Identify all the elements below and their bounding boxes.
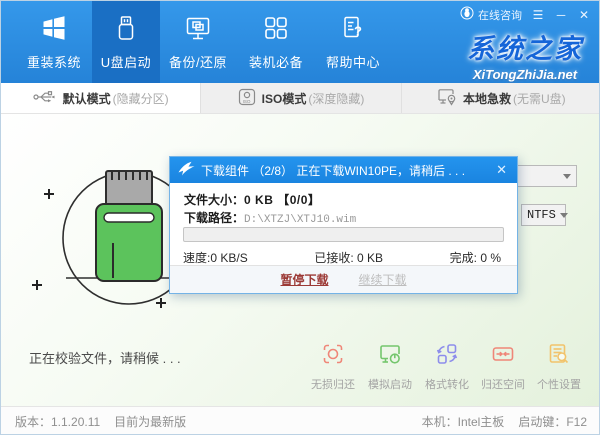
- app-window: 重装系统 U盘启动 备份/还原: [0, 0, 600, 435]
- quick-actions: 无损归还 模拟启动: [1, 342, 600, 394]
- format-convert-icon: [435, 342, 459, 371]
- brand-title: 系统之家: [467, 27, 583, 66]
- windows-logo-icon: [40, 14, 68, 47]
- nav-help-center[interactable]: ? 帮助中心: [314, 1, 392, 83]
- speed-stat: 速度:0 KB/S: [183, 249, 248, 266]
- received-stat: 已接收: 0 KB: [314, 249, 383, 266]
- version-status: 目前为最新版: [114, 413, 186, 430]
- dialog-close-icon[interactable]: ✕: [494, 162, 509, 178]
- online-support[interactable]: 在线咨询: [460, 6, 522, 23]
- tab-iso-mode[interactable]: ISO ISO模式(深度隐藏): [201, 83, 401, 113]
- usb-symbol-icon: [33, 90, 57, 107]
- header-utility-bar: 在线咨询 ☰ ─ ✕: [460, 6, 591, 23]
- help-center-icon: ?: [339, 14, 367, 47]
- nav-label: 帮助中心: [326, 52, 380, 71]
- reclaim-space-icon: [491, 342, 515, 371]
- tab-default-mode[interactable]: 默认模式(隐藏分区): [1, 83, 201, 113]
- nav-essential-apps[interactable]: 装机必备: [237, 1, 315, 83]
- chevron-down-icon: [563, 174, 571, 179]
- svg-text:ISO: ISO: [242, 99, 250, 104]
- nav-label: U盘启动: [101, 52, 151, 71]
- action-lossless-restore[interactable]: 无损归还: [305, 342, 361, 392]
- download-path-value: D:\XTZJ\XTJ10.wim: [244, 214, 356, 226]
- boot-key-info: 启动键：F12: [518, 413, 587, 430]
- pause-download-button[interactable]: 暂停下载: [280, 271, 328, 288]
- close-button[interactable]: ✕: [577, 8, 591, 22]
- download-path-row: 下载路径：D:\XTZJ\XTJ10.wim: [184, 209, 356, 226]
- local-rescue-icon: [437, 88, 457, 109]
- done-stat: 完成: 0 %: [450, 249, 501, 266]
- action-personalize[interactable]: 个性设置: [531, 342, 587, 392]
- tab-local-rescue[interactable]: 本地急救(无需U盘): [402, 83, 600, 113]
- bird-icon: [178, 161, 195, 179]
- file-size-row: 文件大小：0 KB 【0/0】: [184, 191, 320, 208]
- action-format-convert[interactable]: 格式转化: [419, 342, 475, 392]
- backup-restore-icon: [184, 14, 212, 47]
- dialog-footer: 暂停下载 继续下载: [170, 265, 517, 293]
- nav-label: 备份/还原: [169, 52, 227, 71]
- download-stats: 速度:0 KB/S 已接收: 0 KB 完成: 0 %: [183, 249, 501, 266]
- lossless-restore-icon: [321, 342, 345, 371]
- action-reclaim-space[interactable]: 归还空间: [475, 342, 531, 392]
- brand-logo: 系统之家 XiTongZhiJia.net: [467, 27, 583, 82]
- nav-backup-restore[interactable]: 备份/还原: [159, 1, 237, 83]
- chevron-down-icon: [560, 213, 568, 218]
- main-content: NTFS 正在校验文件，请稍候 . . . 无损归还: [1, 114, 600, 406]
- mode-tabbar: 默认模式(隐藏分区) ISO ISO模式(深度隐藏) 本地急救(无需U盘): [1, 83, 600, 114]
- nav-label: 装机必备: [249, 52, 303, 71]
- minimize-button[interactable]: ─: [554, 8, 568, 22]
- nav-reinstall-system[interactable]: 重装系统: [15, 1, 93, 83]
- qq-penguin-icon: [460, 6, 474, 23]
- nav-usb-boot[interactable]: U盘启动: [92, 1, 160, 83]
- nav-label: 重装系统: [27, 52, 81, 71]
- personalize-icon: [547, 342, 571, 371]
- brand-subtitle: XiTongZhiJia.net: [467, 67, 583, 82]
- apps-grid-icon: [262, 14, 290, 47]
- download-progress-bar: [183, 227, 504, 242]
- download-dialog: 下载组件 （2/8） 正在下载WIN10PE，请稍后 . . . ✕ 文件大小：…: [169, 156, 518, 294]
- iso-file-icon: ISO: [238, 88, 256, 109]
- usb-drive-icon: [112, 14, 140, 47]
- machine-info: 本机：Intel主板: [422, 413, 505, 430]
- simulate-boot-icon: [378, 342, 402, 371]
- action-simulate-boot[interactable]: 模拟启动: [362, 342, 418, 392]
- menu-button[interactable]: ☰: [531, 8, 545, 22]
- status-bar: 版本：1.1.20.11 目前为最新版 本机：Intel主板 启动键：F12: [1, 406, 600, 435]
- header: 重装系统 U盘启动 备份/还原: [1, 1, 600, 83]
- dialog-title: 下载组件 （2/8） 正在下载WIN10PE，请稍后 . . .: [201, 162, 488, 179]
- dialog-titlebar[interactable]: 下载组件 （2/8） 正在下载WIN10PE，请稍后 . . . ✕: [170, 157, 517, 183]
- resume-download-button[interactable]: 继续下载: [359, 271, 407, 288]
- version-text: 版本：1.1.20.11: [15, 413, 100, 430]
- format-select[interactable]: NTFS: [521, 204, 566, 226]
- svg-text:?: ?: [354, 23, 362, 38]
